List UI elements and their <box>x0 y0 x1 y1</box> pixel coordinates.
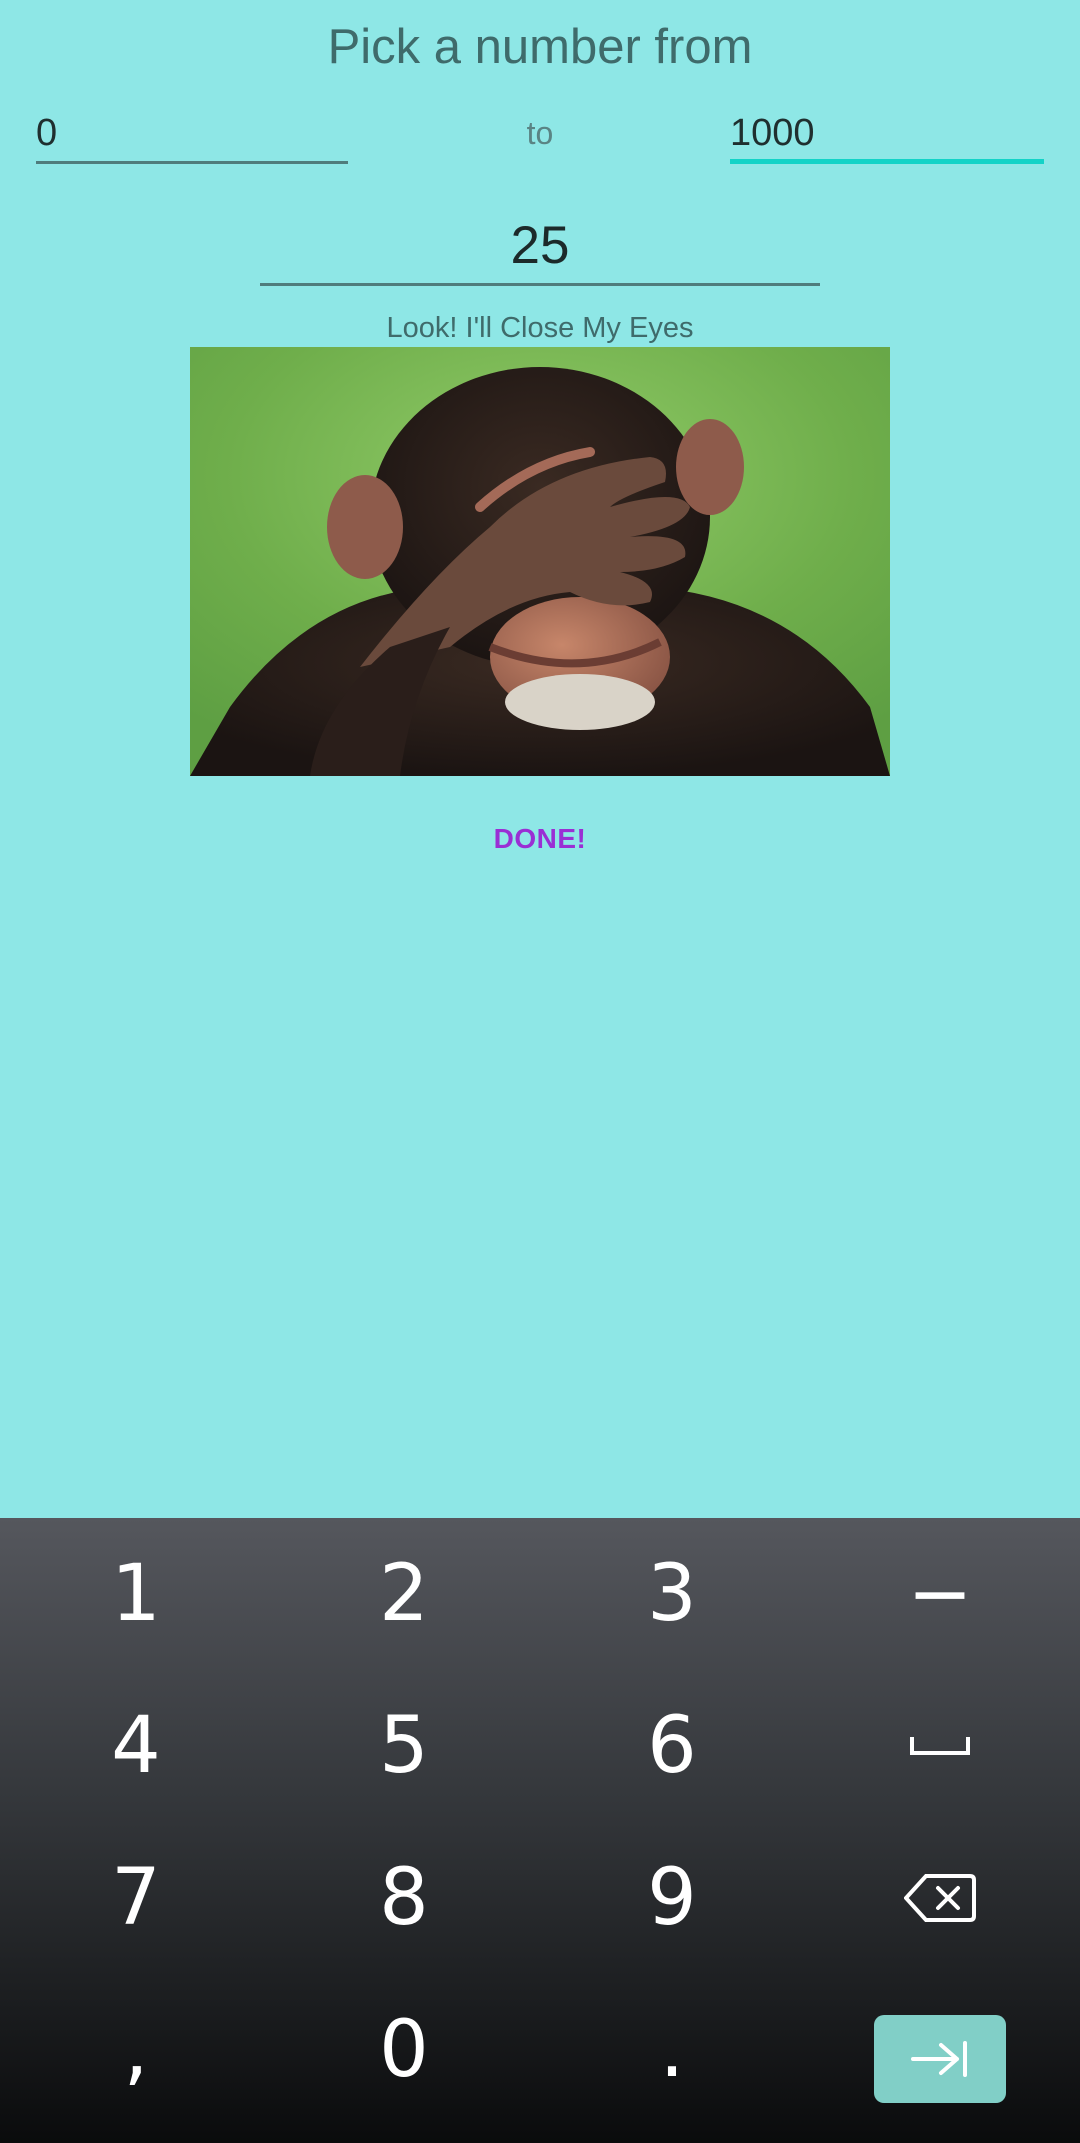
key-comma[interactable]: , <box>2 1974 270 2126</box>
numeric-keyboard: 1 2 3 − 4 5 6 7 8 9 , 0 . <box>0 1518 1080 2143</box>
key-2[interactable]: 2 <box>270 1518 538 1670</box>
app-screen: Pick a number from 0 to 1000 25 Look! I'… <box>0 0 1080 2143</box>
done-button[interactable]: DONE! <box>440 811 640 867</box>
key-1[interactable]: 1 <box>2 1518 270 1670</box>
space-key[interactable] <box>806 1670 1074 1822</box>
next-icon <box>911 2041 967 2077</box>
range-from-input[interactable]: 0 <box>36 102 348 164</box>
key-7[interactable]: 7 <box>2 1822 270 1974</box>
key-0[interactable]: 0 <box>270 1974 538 2126</box>
next-key[interactable] <box>874 2015 1006 2103</box>
key-period[interactable]: . <box>538 1974 806 2126</box>
key-minus[interactable]: − <box>806 1518 1074 1670</box>
chimpanzee-illustration <box>190 347 890 776</box>
backspace-icon <box>904 1874 976 1922</box>
key-6[interactable]: 6 <box>538 1670 806 1822</box>
chimpanzee-photo <box>190 347 890 776</box>
guess-number-input[interactable]: 25 <box>260 206 820 286</box>
key-3[interactable]: 3 <box>538 1518 806 1670</box>
range-to-input[interactable]: 1000 <box>730 102 1044 164</box>
space-icon <box>910 1737 970 1755</box>
key-4[interactable]: 4 <box>2 1670 270 1822</box>
image-caption: Look! I'll Close My Eyes <box>386 312 694 344</box>
key-8[interactable]: 8 <box>270 1822 538 1974</box>
backspace-key[interactable] <box>806 1822 1074 1974</box>
range-to-label: to <box>526 115 554 151</box>
page-title: Pick a number from <box>327 20 753 74</box>
key-5[interactable]: 5 <box>270 1670 538 1822</box>
key-9[interactable]: 9 <box>538 1822 806 1974</box>
